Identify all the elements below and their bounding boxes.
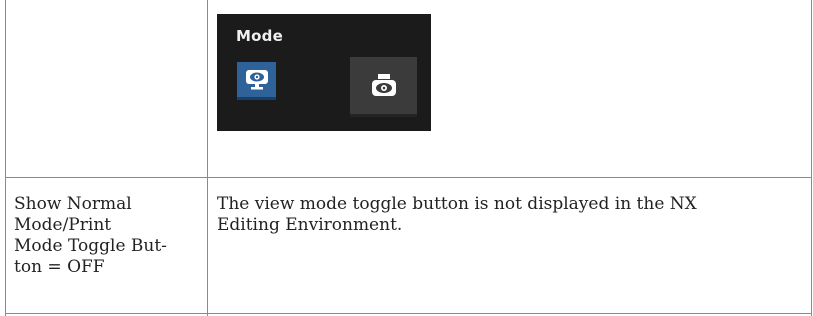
setting-name-line: Mode/Print (14, 215, 112, 235)
mode-panel-screenshot: Mode (217, 14, 431, 131)
print-mode-button[interactable] (350, 57, 417, 117)
table-column-divider (207, 0, 208, 316)
normal-mode-button[interactable] (237, 62, 276, 100)
setting-description-cell: The view mode toggle button is not displ… (217, 194, 802, 236)
setting-name-line: Mode Toggle But- (14, 236, 167, 256)
description-line: Editing Environment. (217, 215, 403, 235)
mode-title: Mode (236, 27, 283, 45)
setting-name-line: Show Normal (14, 194, 132, 214)
table-row-divider (5, 177, 812, 178)
table-border-left (5, 0, 6, 316)
table-border-bottom (5, 313, 812, 314)
setting-name-line: ton = OFF (14, 257, 105, 277)
description-line: The view mode toggle button is not displ… (217, 194, 697, 214)
table-border-right (811, 0, 812, 316)
document-page: Mode Show Normal Mode/Print Mode Toggle … (0, 0, 813, 316)
printer-eye-icon (371, 73, 396, 96)
setting-name-cell: Show Normal Mode/Print Mode Toggle But- … (14, 194, 194, 278)
monitor-eye-icon (245, 69, 268, 89)
